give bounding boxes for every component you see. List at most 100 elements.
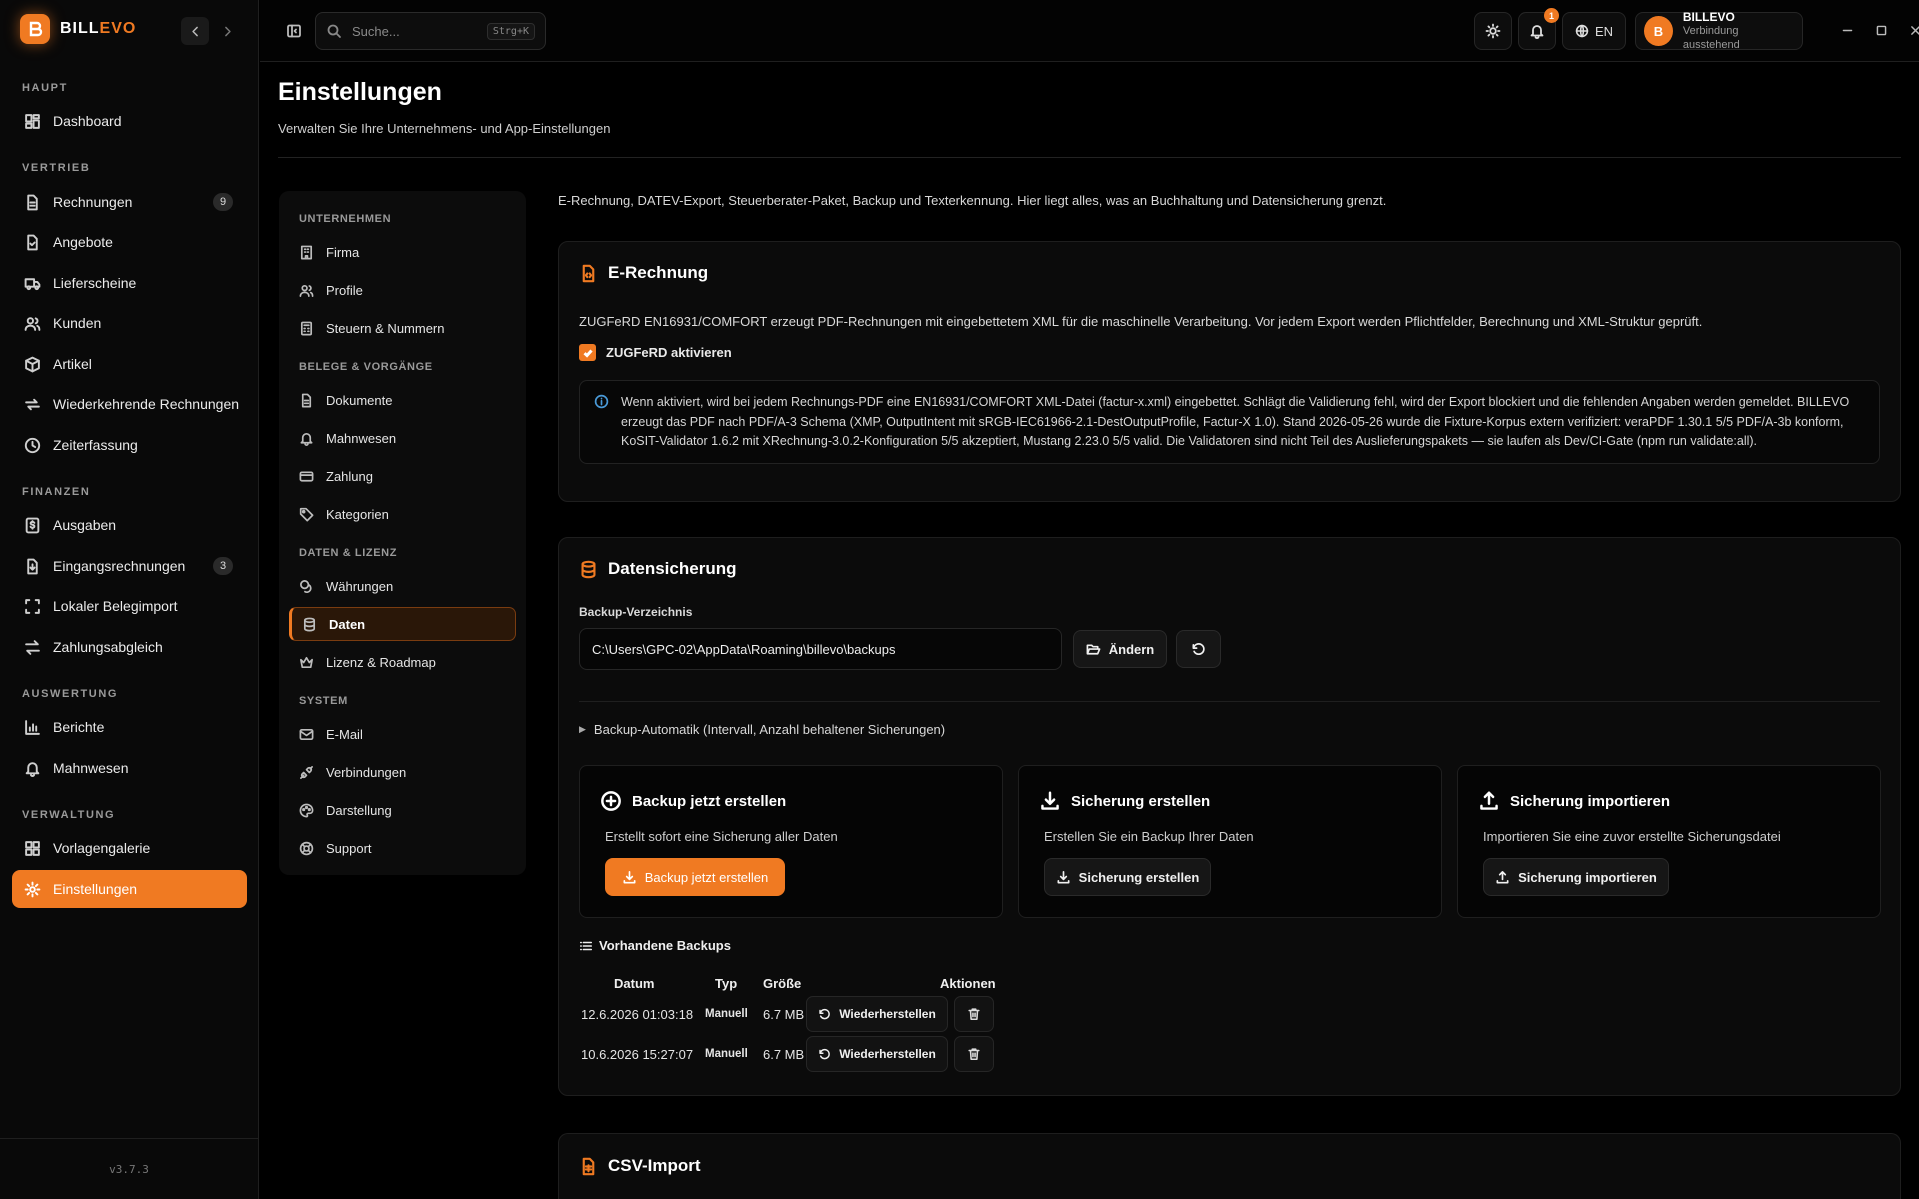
search-shortcut: Strg+K — [486, 22, 535, 40]
search-input[interactable] — [352, 23, 472, 39]
settings-item-dokumente[interactable]: Dokumente — [289, 383, 516, 417]
backup-date: 12.6.2026 01:03:18 — [581, 1007, 694, 1022]
reset-dir-button[interactable] — [1176, 630, 1221, 668]
sidebar-item-label: Kunden — [53, 315, 102, 331]
create-backup-title: Sicherung erstellen — [1039, 790, 1210, 812]
column-header-aktionen: Aktionen — [940, 976, 996, 991]
settings-item-label: Support — [326, 840, 372, 856]
sidebar-item-mahnwesen[interactable]: Mahnwesen — [12, 749, 247, 787]
rotate-ccw-icon — [818, 1048, 831, 1061]
triangle-right-icon: ▶ — [579, 724, 586, 734]
settings-item-waehrungen[interactable]: Währungen — [289, 569, 516, 603]
scan-icon — [24, 598, 41, 615]
settings-item-verbindungen[interactable]: Verbindungen — [289, 755, 516, 789]
gear-icon — [24, 881, 41, 898]
import-backup-button[interactable]: Sicherung importieren — [1483, 858, 1669, 896]
search-box[interactable]: Strg+K — [315, 12, 546, 50]
backup-date: 10.6.2026 15:27:07 — [581, 1047, 694, 1062]
settings-item-daten[interactable]: Daten — [289, 607, 516, 641]
delete-backup-button[interactable] — [954, 1036, 994, 1072]
settings-item-mahnwesen[interactable]: Mahnwesen — [289, 421, 516, 455]
restore-button[interactable]: Wiederherstellen — [806, 996, 948, 1032]
sidebar-item-ausgaben[interactable]: Ausgaben — [12, 506, 247, 544]
erechnung-title: E-Rechnung — [579, 263, 708, 283]
globe-icon — [1575, 24, 1589, 38]
zugferd-checkbox-row[interactable]: ZUGFeRD aktivieren — [579, 344, 732, 361]
sidebar-item-vorlagengalerie[interactable]: Vorlagengalerie — [12, 829, 247, 867]
settings-item-firma[interactable]: Firma — [289, 235, 516, 269]
count-badge: 3 — [213, 557, 233, 575]
chart-icon — [24, 719, 41, 736]
backup-automatic-toggle[interactable]: ▶ Backup-Automatik (Intervall, Anzahl be… — [579, 722, 945, 737]
download-icon — [622, 870, 637, 885]
settings-item-label: Kategorien — [326, 506, 389, 522]
maximize-icon[interactable] — [1869, 18, 1893, 42]
sidebar-item-label: Ausgaben — [53, 517, 117, 533]
change-dir-button[interactable]: Ändern — [1073, 630, 1167, 668]
sidebar-item-rechnungen[interactable]: Rechnungen 9 — [12, 183, 247, 221]
sidebar-item-wiederkehrende-rechnungen[interactable]: Wiederkehrende Rechnungen — [12, 385, 247, 423]
zugferd-checkbox[interactable] — [579, 344, 596, 361]
minimize-icon[interactable] — [1835, 18, 1859, 42]
file-check-icon — [24, 234, 41, 251]
settings-item-label: Firma — [326, 244, 360, 260]
backup-now-button[interactable]: Backup jetzt erstellen — [605, 858, 785, 896]
sidebar-section-auswertung: AUSWERTUNG — [22, 688, 119, 700]
rotate-ccw-icon — [818, 1008, 831, 1021]
create-backup-button[interactable]: Sicherung erstellen — [1044, 858, 1211, 896]
settings-item-kategorien[interactable]: Kategorien — [289, 497, 516, 531]
sidebar-item-lieferscheine[interactable]: Lieferscheine — [12, 264, 247, 302]
backup-now-card: Backup jetzt erstellen Erstellt sofort e… — [579, 765, 1003, 918]
coins-icon — [299, 579, 314, 594]
notifications-button[interactable]: 1 — [1518, 8, 1559, 50]
clock-icon — [24, 437, 41, 454]
sidebar-item-eingangsrechnungen[interactable]: Eingangsrechnungen 3 — [12, 547, 247, 585]
settings-item-profile[interactable]: Profile — [289, 273, 516, 307]
backup-dir-input[interactable] — [579, 628, 1062, 670]
settings-item-email[interactable]: E-Mail — [289, 717, 516, 751]
delete-backup-button[interactable] — [954, 996, 994, 1032]
sidebar-item-kunden[interactable]: Kunden — [12, 304, 247, 342]
restore-button[interactable]: Wiederherstellen — [806, 1036, 948, 1072]
sidebar-item-dashboard[interactable]: Dashboard — [12, 102, 247, 140]
sidebar-item-label: Eingangsrechnungen — [53, 558, 186, 574]
sidebar-item-zahlungsabgleich[interactable]: Zahlungsabgleich — [12, 628, 247, 666]
sidebar-toggle-icon[interactable] — [280, 17, 308, 45]
trash-icon — [967, 1007, 981, 1021]
settings-item-steuern[interactable]: Steuern & Nummern — [289, 311, 516, 345]
column-header-groesse: Größe — [763, 976, 802, 991]
forward-arrow-icon[interactable] — [213, 17, 241, 45]
user-menu[interactable]: B BILLEVO Verbindung ausstehend — [1635, 10, 1803, 51]
sidebar-item-berichte[interactable]: Berichte — [12, 708, 247, 746]
back-arrow-icon[interactable] — [181, 17, 209, 45]
create-backup-card: Sicherung erstellen Erstellen Sie ein Ba… — [1018, 765, 1442, 918]
settings-item-support[interactable]: Support — [289, 831, 516, 865]
receipt-icon — [24, 517, 41, 534]
count-badge: 9 — [213, 193, 233, 211]
sidebar-item-zeiterfassung[interactable]: Zeiterfassung — [12, 426, 247, 464]
repeat-icon — [24, 396, 41, 413]
building-icon — [299, 245, 314, 260]
arrows-icon — [24, 639, 41, 656]
theme-toggle-button[interactable] — [1474, 12, 1512, 50]
settings-item-zahlung[interactable]: Zahlung — [289, 459, 516, 493]
upload-icon — [1478, 790, 1500, 812]
language-button[interactable]: EN — [1562, 12, 1626, 50]
sidebar-item-lokaler-belegimport[interactable]: Lokaler Belegimport — [12, 587, 247, 625]
sidebar-item-einstellungen[interactable]: Einstellungen — [12, 870, 247, 908]
sidebar-item-artikel[interactable]: Artikel — [12, 345, 247, 383]
sidebar-item-angebote[interactable]: Angebote — [12, 223, 247, 261]
settings-section-unternehmen: UNTERNEHMEN — [299, 213, 392, 225]
sidebar-section-finanzen: FINANZEN — [22, 486, 91, 498]
settings-item-label: Darstellung — [326, 802, 392, 818]
sidebar-item-label: Artikel — [53, 356, 92, 372]
close-icon[interactable] — [1903, 18, 1919, 42]
settings-section-system: SYSTEM — [299, 695, 348, 707]
sidebar-section-vertrieb: VERTRIEB — [22, 162, 91, 174]
settings-item-lizenz[interactable]: Lizenz & Roadmap — [289, 645, 516, 679]
backup-type: Manuell — [705, 1048, 748, 1060]
users-icon — [299, 283, 314, 298]
settings-item-darstellung[interactable]: Darstellung — [289, 793, 516, 827]
database-icon — [302, 617, 317, 632]
file-icon — [299, 393, 314, 408]
